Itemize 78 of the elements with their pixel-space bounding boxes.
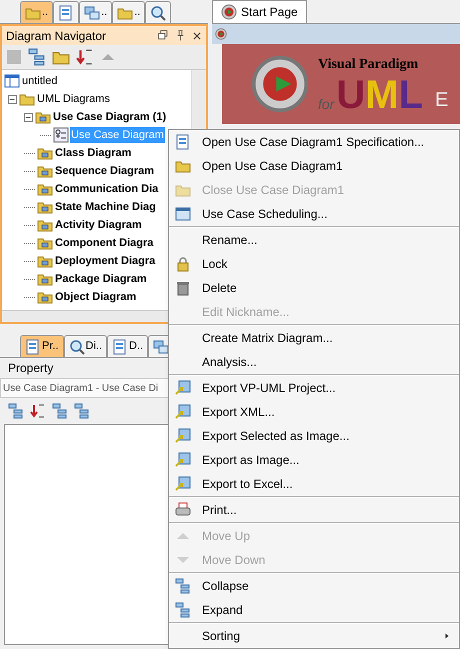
document-icon	[58, 4, 74, 20]
menu-item[interactable]: Export Selected as Image...	[169, 424, 459, 448]
logo-icon	[250, 54, 310, 114]
tree-item[interactable]: State Machine Diag	[54, 198, 157, 216]
windows-icon	[84, 4, 100, 20]
menu-item[interactable]: Delete	[169, 276, 459, 300]
close-icon[interactable]	[192, 30, 202, 40]
windows-icon	[153, 338, 170, 354]
menu-item[interactable]: Create Matrix Diagram...	[169, 326, 459, 350]
menu-item[interactable]: Use Case Scheduling...	[169, 202, 459, 226]
menu-item[interactable]: Export as Image...	[169, 448, 459, 472]
logo-icon	[221, 4, 237, 20]
menu-item[interactable]: Collapse	[169, 574, 459, 598]
document-icon	[25, 338, 41, 354]
tree-item[interactable]: Activity Diagram	[54, 216, 143, 234]
tree-item[interactable]: Component Diagra	[54, 234, 154, 252]
tree-item[interactable]: Class Diagram	[54, 144, 132, 162]
tree-item[interactable]: untitled	[21, 72, 58, 90]
logo-icon	[215, 28, 227, 40]
tree-icon[interactable]	[28, 48, 46, 66]
tree-item[interactable]: Sequence Diagram	[54, 162, 156, 180]
menu-item[interactable]: Export to Excel...	[169, 472, 459, 496]
product-name: UML	[336, 74, 423, 114]
edition-letter: E	[435, 88, 448, 112]
sort-icon[interactable]	[76, 48, 94, 66]
tree-item[interactable]: UML Diagrams	[36, 90, 111, 108]
menu-item[interactable]: Open Use Case Diagram1 Specification...	[169, 130, 459, 154]
export-icon	[175, 476, 191, 492]
tree-icon[interactable]	[74, 403, 90, 419]
brand-name: Visual Paradigm	[318, 56, 420, 74]
panel-title: Diagram Navigator	[6, 28, 108, 44]
tree-icon[interactable]	[8, 403, 24, 419]
panel-tab[interactable]: ..	[79, 1, 112, 23]
submenu-arrow-icon	[443, 632, 451, 640]
tree-item[interactable]: Package Diagram	[54, 270, 148, 288]
document-icon	[175, 134, 191, 150]
tree-item[interactable]: Deployment Diagra	[54, 252, 156, 270]
export-icon	[175, 428, 191, 444]
panel-tab[interactable]: ..	[20, 1, 54, 23]
tree-icon	[175, 602, 191, 618]
tree-icon	[175, 578, 191, 594]
tree-icon[interactable]	[52, 403, 68, 419]
diagram-icon	[53, 127, 69, 143]
calendar-icon	[175, 206, 191, 222]
sort-icon[interactable]	[30, 403, 46, 419]
menu-item[interactable]: Export XML...	[169, 400, 459, 424]
panel-tab[interactable]	[53, 1, 80, 23]
menu-item[interactable]: Rename...	[169, 228, 459, 252]
panel-title: Property	[8, 360, 54, 377]
panel-tab[interactable]: Pr..	[20, 335, 64, 357]
export-icon	[175, 452, 191, 468]
panel-tab[interactable]: D..	[107, 335, 148, 357]
expander-toggle[interactable]	[8, 94, 17, 104]
tree-item[interactable]: Object Diagram	[54, 288, 138, 306]
pin-icon[interactable]	[175, 30, 186, 41]
menu-item[interactable]: Sorting	[169, 624, 459, 648]
menu-item[interactable]: Expand	[169, 598, 459, 622]
trash-icon	[175, 280, 191, 296]
magnifier-icon	[68, 338, 85, 354]
tree-item[interactable]: Communication Dia	[54, 180, 160, 198]
printer-icon	[175, 502, 191, 518]
menu-item[interactable]: Open Use Case Diagram1	[169, 154, 459, 178]
tagline-word: for	[318, 94, 334, 114]
export-icon	[175, 380, 191, 396]
export-icon	[175, 404, 191, 420]
menu-item[interactable]: Lock	[169, 252, 459, 276]
editor-tab[interactable]: Start Page	[212, 0, 307, 23]
document-icon	[112, 338, 128, 354]
panel-tab[interactable]: Di..	[64, 335, 108, 357]
menu-item[interactable]: Print...	[169, 498, 459, 522]
magnifier-icon	[150, 4, 166, 20]
panel-tab[interactable]	[145, 1, 172, 23]
expander-toggle[interactable]	[24, 112, 33, 122]
lock-icon	[175, 256, 191, 272]
menu-item[interactable]: Analysis...	[169, 350, 459, 374]
tree-item[interactable]: Use Case Diagram (1)	[52, 108, 168, 126]
panel-tab[interactable]: ..	[112, 1, 146, 23]
restore-icon[interactable]	[158, 30, 169, 41]
